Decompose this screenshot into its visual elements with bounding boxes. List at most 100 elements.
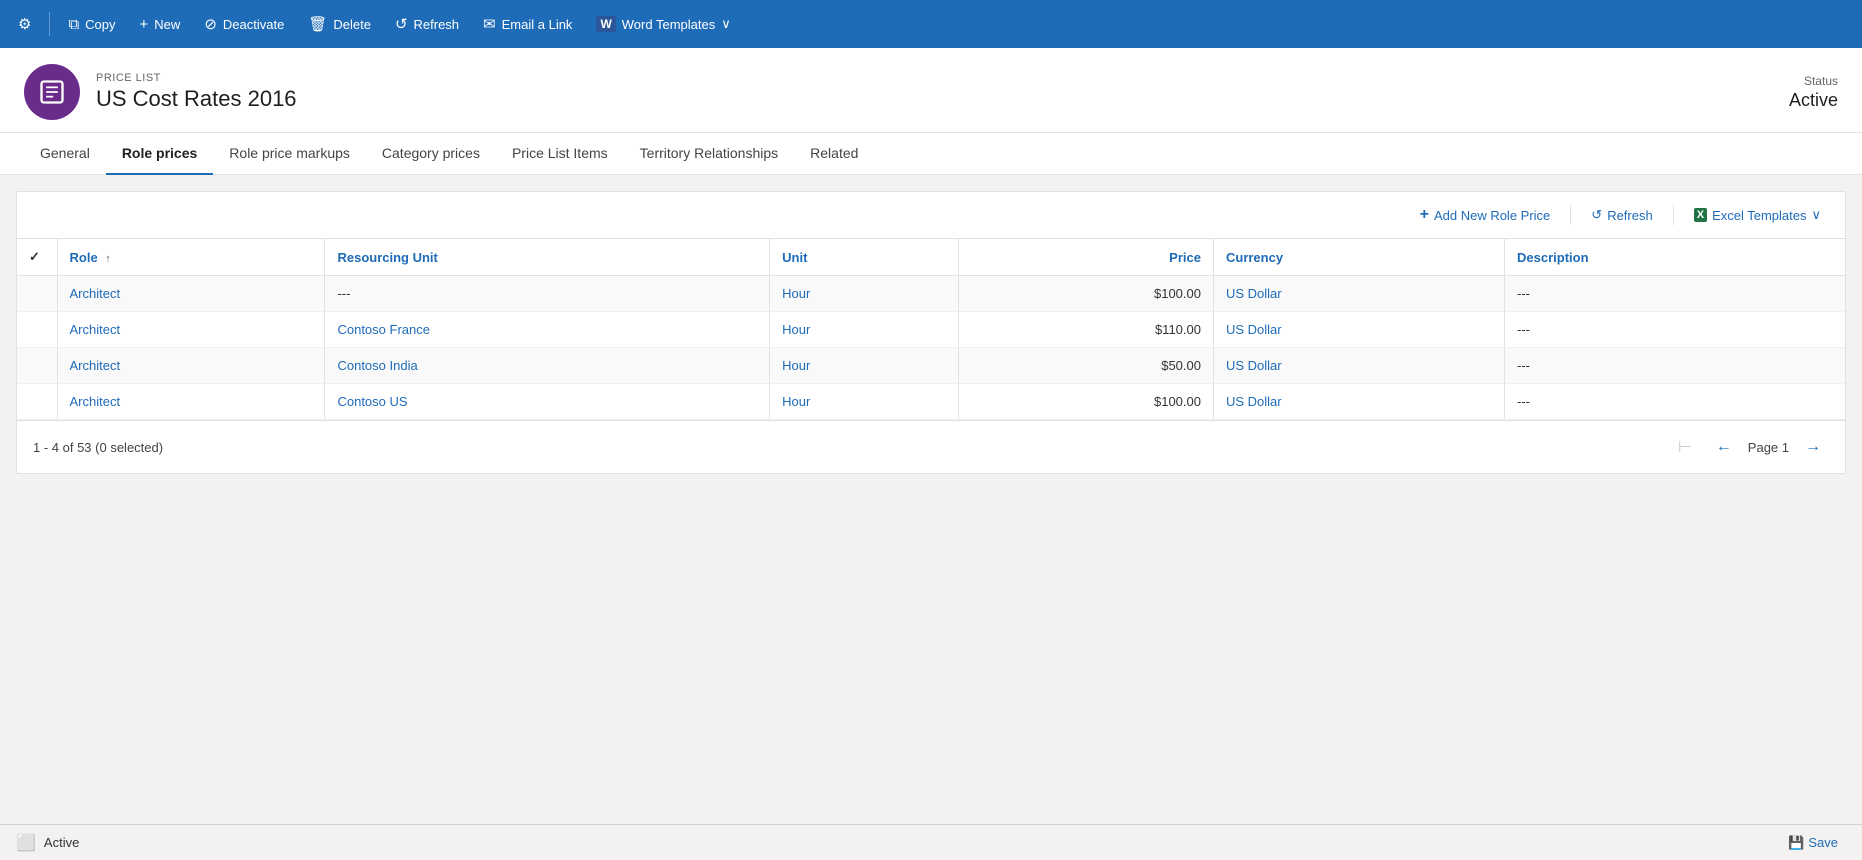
save-label: Save (1808, 835, 1838, 850)
word-dropdown-icon: ∨ (721, 16, 731, 32)
pagination-controls: ⊢ ← Page 1 → (1670, 433, 1829, 461)
row-role[interactable]: Architect (57, 384, 325, 420)
grid-container: + Add New Role Price ↺ Refresh X Excel T… (16, 191, 1846, 474)
new-label: New (154, 17, 180, 32)
row-currency[interactable]: US Dollar (1213, 312, 1504, 348)
main-toolbar: ⚙ ⧉ Copy + New ⊘ Deactivate 🗑 Delete ↺ R… (0, 0, 1862, 48)
row-role[interactable]: Architect (57, 276, 325, 312)
row-resourcing-unit[interactable]: Contoso US (325, 384, 770, 420)
first-page-button[interactable]: ⊢ (1670, 433, 1700, 461)
main-content: + Add New Role Price ↺ Refresh X Excel T… (0, 175, 1862, 824)
row-currency[interactable]: US Dollar (1213, 276, 1504, 312)
row-unit[interactable]: Hour (770, 348, 959, 384)
col-price-label: Price (1169, 250, 1201, 265)
status-value: Active (1789, 90, 1838, 111)
delete-label: Delete (333, 17, 371, 32)
add-button-label: Add New Role Price (1434, 208, 1550, 223)
delete-button[interactable]: 🗑 Delete (298, 9, 381, 39)
tab-role-price-markups[interactable]: Role price markups (213, 133, 366, 175)
table-row: Architect --- Hour $100.00 US Dollar --- (17, 276, 1845, 312)
excel-label: Excel Templates (1712, 208, 1806, 223)
col-currency-label: Currency (1226, 250, 1283, 265)
copy-button[interactable]: ⧉ Copy (58, 10, 125, 39)
row-currency[interactable]: US Dollar (1213, 384, 1504, 420)
tab-role-prices[interactable]: Role prices (106, 133, 213, 175)
tab-related[interactable]: Related (794, 133, 874, 175)
copy-icon: ⧉ (68, 16, 79, 33)
table-header-row: ✓ Role ↑ Resourcing Unit Unit Price (17, 239, 1845, 276)
tab-price-list-items[interactable]: Price List Items (496, 133, 624, 175)
add-new-role-price-button[interactable]: + Add New Role Price (1412, 202, 1559, 228)
row-description: --- (1505, 276, 1846, 312)
deactivate-icon: ⊘ (204, 15, 217, 33)
tab-general[interactable]: General (24, 133, 106, 175)
role-prices-table: ✓ Role ↑ Resourcing Unit Unit Price (17, 239, 1845, 420)
status-label: Status (1789, 74, 1838, 88)
grid-toolbar: + Add New Role Price ↺ Refresh X Excel T… (17, 192, 1845, 239)
deactivate-label: Deactivate (223, 17, 284, 32)
row-price: $110.00 (958, 312, 1213, 348)
row-unit[interactable]: Hour (770, 312, 959, 348)
col-description-label: Description (1517, 250, 1589, 265)
col-currency[interactable]: Currency (1213, 239, 1504, 276)
record-avatar (24, 64, 80, 120)
row-check[interactable] (17, 348, 57, 384)
row-role[interactable]: Architect (57, 312, 325, 348)
copy-label: Copy (85, 17, 115, 32)
deactivate-button[interactable]: ⊘ Deactivate (194, 9, 294, 39)
email-label: Email a Link (502, 17, 573, 32)
word-templates-button[interactable]: W Word Templates ∨ (586, 10, 740, 38)
grid-toolbar-sep-2 (1673, 205, 1674, 225)
tab-category-prices[interactable]: Category prices (366, 133, 496, 175)
record-status: Status Active (1789, 74, 1838, 111)
status-bar: ⬜ Active 💾 Save (0, 824, 1862, 860)
row-check[interactable] (17, 384, 57, 420)
row-currency[interactable]: US Dollar (1213, 348, 1504, 384)
row-check[interactable] (17, 276, 57, 312)
row-resourcing-unit[interactable]: Contoso India (325, 348, 770, 384)
excel-templates-button[interactable]: X Excel Templates ∨ (1686, 203, 1829, 227)
excel-icon: X (1694, 208, 1707, 222)
tab-territory-relationships[interactable]: Territory Relationships (624, 133, 795, 175)
row-check[interactable] (17, 312, 57, 348)
col-resourcing-unit-label: Resourcing Unit (337, 250, 437, 265)
prev-page-button[interactable]: ← (1708, 434, 1740, 460)
page-label: Page 1 (1748, 440, 1789, 455)
settings-button[interactable]: ⚙ (8, 9, 41, 39)
col-resourcing-unit[interactable]: Resourcing Unit (325, 239, 770, 276)
price-list-icon (38, 78, 66, 106)
word-templates-label: Word Templates (622, 17, 715, 32)
grid-refresh-icon: ↺ (1591, 207, 1602, 223)
col-unit[interactable]: Unit (770, 239, 959, 276)
col-price[interactable]: Price (958, 239, 1213, 276)
col-description[interactable]: Description (1505, 239, 1846, 276)
row-unit[interactable]: Hour (770, 276, 959, 312)
row-unit[interactable]: Hour (770, 384, 959, 420)
record-type: PRICE LIST (96, 72, 1773, 84)
grid-refresh-button[interactable]: ↺ Refresh (1583, 203, 1660, 227)
status-bar-icon: ⬜ (16, 833, 36, 853)
new-button[interactable]: + New (130, 10, 191, 39)
row-price: $50.00 (958, 348, 1213, 384)
role-sort-icon: ↑ (105, 253, 111, 265)
status-left: ⬜ Active (16, 833, 79, 853)
row-role[interactable]: Architect (57, 348, 325, 384)
col-check[interactable]: ✓ (17, 239, 57, 276)
add-icon: + (1420, 206, 1429, 224)
table-row: Architect Contoso France Hour $110.00 US… (17, 312, 1845, 348)
save-button[interactable]: 💾 Save (1780, 831, 1846, 855)
col-unit-label: Unit (782, 250, 807, 265)
col-role[interactable]: Role ↑ (57, 239, 325, 276)
refresh-button[interactable]: ↺ Refresh (385, 9, 469, 39)
next-page-button[interactable]: → (1797, 434, 1829, 460)
row-resourcing-unit[interactable]: Contoso France (325, 312, 770, 348)
row-description: --- (1505, 312, 1846, 348)
status-bar-text: Active (44, 835, 79, 850)
table-row: Architect Contoso US Hour $100.00 US Dol… (17, 384, 1845, 420)
grid-toolbar-sep-1 (1570, 205, 1571, 225)
save-icon: 💾 (1788, 835, 1804, 851)
refresh-icon: ↺ (395, 15, 408, 33)
check-icon: ✓ (29, 249, 40, 264)
table-row: Architect Contoso India Hour $50.00 US D… (17, 348, 1845, 384)
email-button[interactable]: ✉ Email a Link (473, 9, 582, 39)
